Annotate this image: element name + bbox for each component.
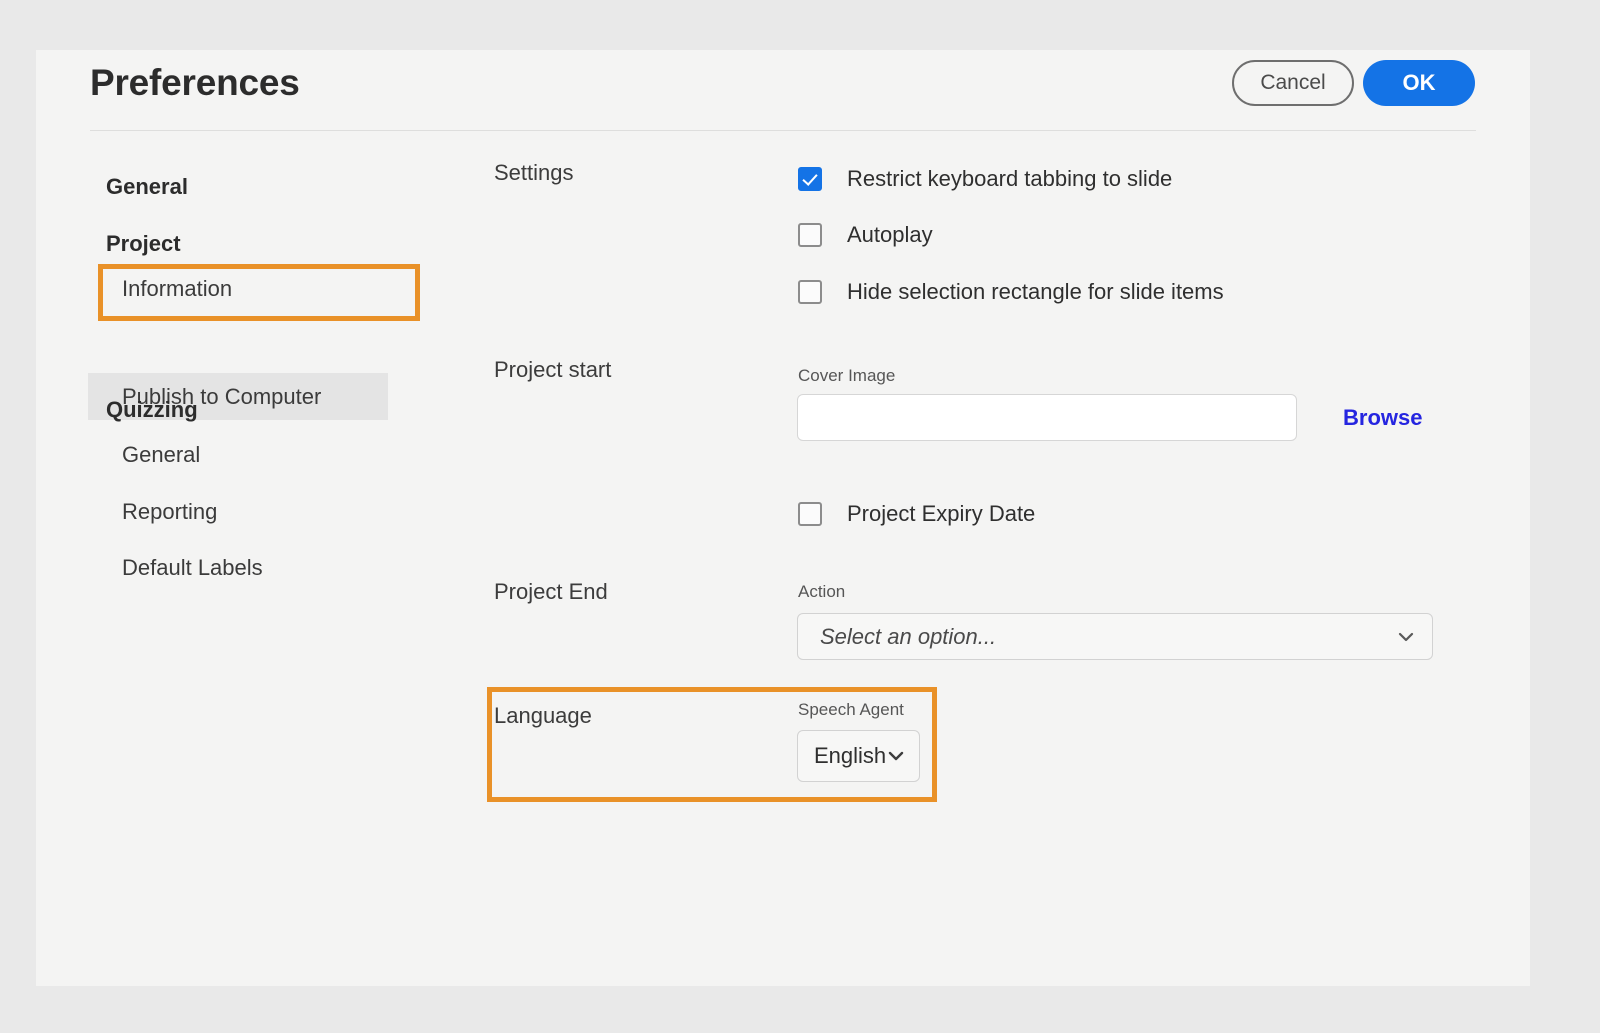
autoplay-label: Autoplay xyxy=(847,222,933,248)
speech-agent-select[interactable]: English xyxy=(797,730,920,782)
project-start-section-label: Project start xyxy=(494,357,611,383)
language-section-label: Language xyxy=(494,703,592,729)
chevron-down-icon xyxy=(886,746,906,766)
checkbox-unchecked-icon[interactable] xyxy=(798,280,822,304)
main-content: Settings Restrict keyboard tabbing to sl… xyxy=(36,50,1530,986)
project-expiry-date-checkbox-row[interactable]: Project Expiry Date xyxy=(798,501,1035,527)
hide-selection-rectangle-label: Hide selection rectangle for slide items xyxy=(847,279,1224,305)
checkbox-unchecked-icon[interactable] xyxy=(798,502,822,526)
chevron-down-icon xyxy=(1396,627,1416,647)
action-select-value: Select an option... xyxy=(798,624,1396,650)
settings-section-label: Settings xyxy=(494,160,574,186)
checkbox-checked-icon[interactable] xyxy=(798,167,822,191)
browse-link[interactable]: Browse xyxy=(1343,405,1422,431)
speech-agent-select-value: English xyxy=(798,743,886,769)
project-expiry-date-label: Project Expiry Date xyxy=(847,501,1035,527)
preferences-dialog: Preferences Cancel OK General Project In… xyxy=(36,50,1530,986)
action-label: Action xyxy=(798,582,845,602)
cover-image-input[interactable] xyxy=(797,394,1297,441)
cover-image-label: Cover Image xyxy=(798,366,895,386)
hide-selection-rectangle-checkbox-row[interactable]: Hide selection rectangle for slide items xyxy=(798,279,1224,305)
restrict-keyboard-tabbing-checkbox-row[interactable]: Restrict keyboard tabbing to slide xyxy=(798,166,1172,192)
action-select[interactable]: Select an option... xyxy=(797,613,1433,660)
speech-agent-label: Speech Agent xyxy=(798,700,904,720)
project-end-section-label: Project End xyxy=(494,579,608,605)
autoplay-checkbox-row[interactable]: Autoplay xyxy=(798,222,933,248)
checkbox-unchecked-icon[interactable] xyxy=(798,223,822,247)
restrict-keyboard-tabbing-label: Restrict keyboard tabbing to slide xyxy=(847,166,1172,192)
